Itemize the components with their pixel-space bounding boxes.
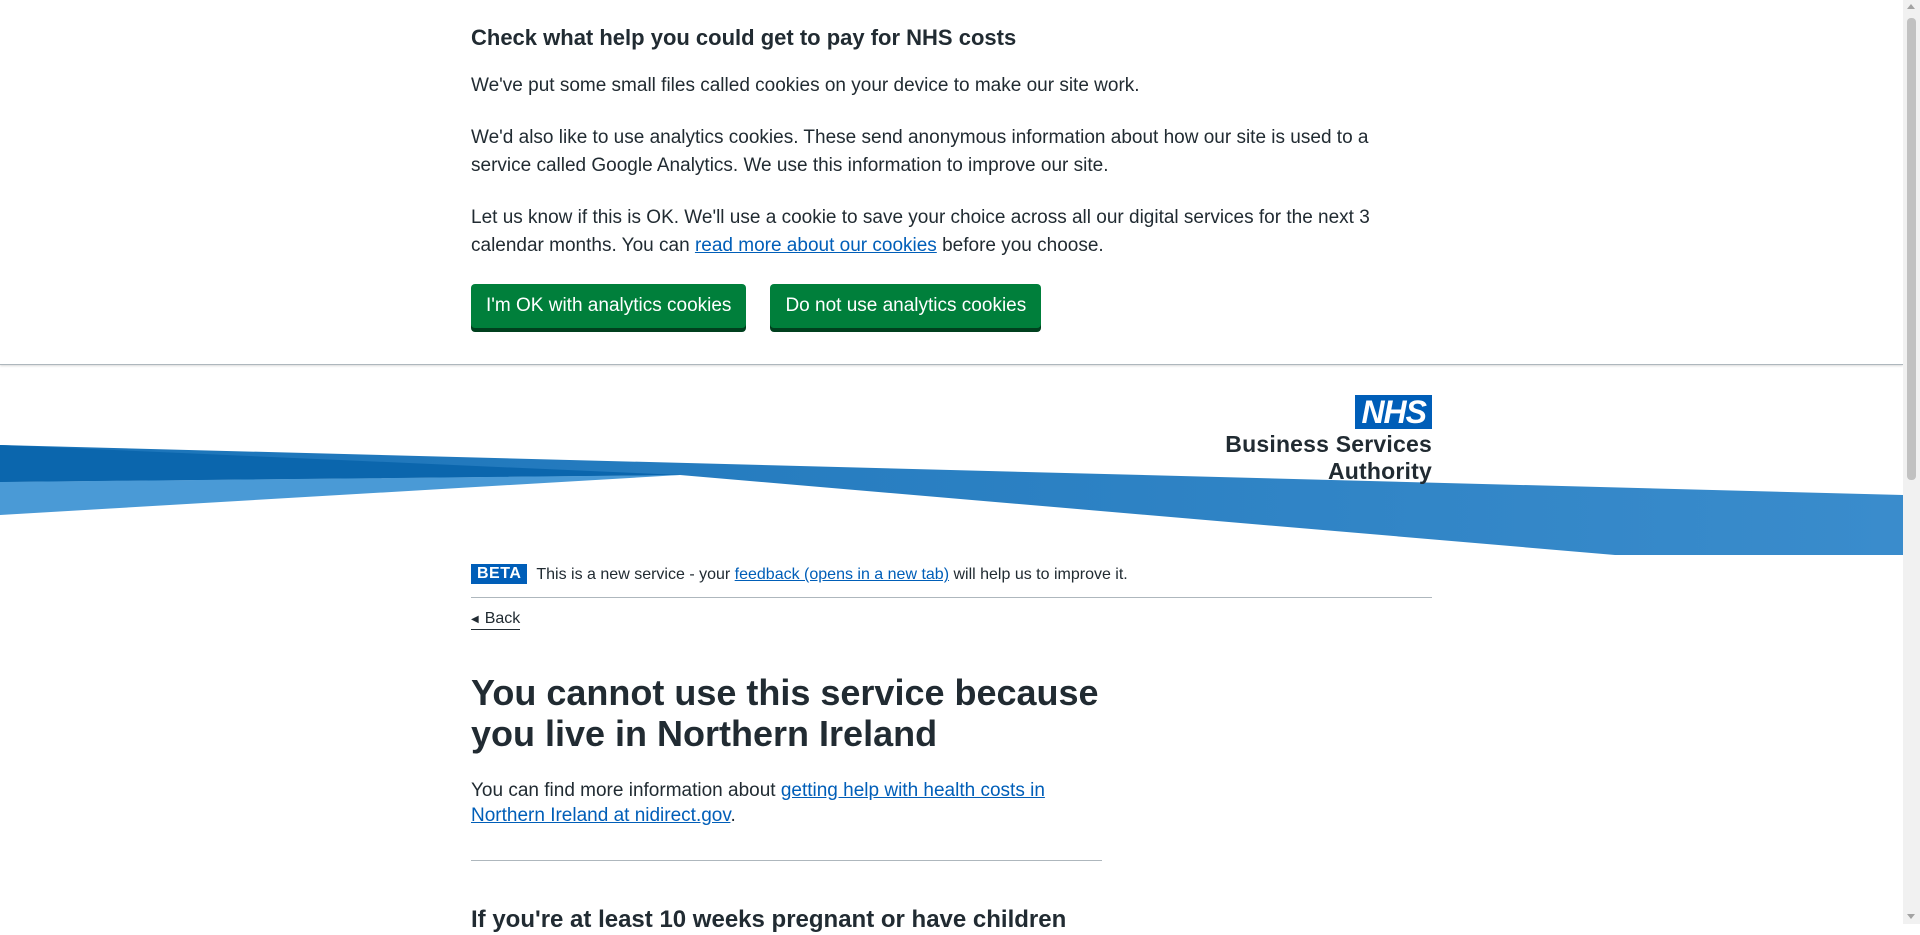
cookie-banner-title: Check what help you could get to pay for… [471,25,1017,50]
beta-tag: BETA [471,564,528,584]
cookie-banner-content: Check what help you could get to pay for… [471,24,1391,328]
more-info-paragraph: You can find more information about gett… [471,778,1111,828]
section-divider [471,860,1102,861]
page-scrollbar[interactable] [1903,0,1920,924]
nhsbsa-logo[interactable]: NHS Business Services Authority [1128,395,1432,485]
phase-banner: BETA This is a new service - your feedba… [471,564,1432,598]
cookie-choice-paragraph: Let us know if this is OK. We'll use a c… [471,204,1391,260]
reject-analytics-cookies-button[interactable]: Do not use analytics cookies [770,284,1042,328]
cookie-buttons: I'm OK with analytics cookies Do not use… [471,284,1391,328]
phase-text-end: will help us to improve it. [949,566,1128,583]
more-info-text: You can find more information about [471,780,781,801]
nhs-logo-mark: NHS [1355,395,1432,429]
accept-analytics-cookies-button[interactable]: I'm OK with analytics cookies [471,284,747,328]
read-more-cookies-link[interactable]: read more about our cookies [695,235,937,256]
pregnant-children-heading: If you're at least 10 weeks pregnant or … [471,906,1067,933]
organisation-name: Business Services Authority [1225,431,1432,484]
site-header: NHS Business Services Authority [0,365,1903,555]
cookie-info-paragraph: We've put some small files called cookie… [471,75,1140,96]
scroll-down-arrow-icon[interactable] [1907,914,1915,919]
phase-banner-text: This is a new service - your feedback (o… [536,564,1127,586]
feedback-link[interactable]: feedback (opens in a new tab) [735,566,949,583]
cookie-banner: Check what help you could get to pay for… [0,0,1903,365]
more-info-text-end: . [730,805,736,826]
page-title: You cannot use this service because you … [471,672,1099,754]
back-link-label: Back [484,610,521,627]
phase-text-start: This is a new service - your [536,566,735,583]
cookie-choice-text-end: before you choose. [936,235,1104,256]
analytics-info-paragraph: We'd also like to use analytics cookies.… [471,127,1369,176]
back-link[interactable]: ◀ Back [471,610,521,630]
scroll-up-arrow-icon[interactable] [1907,4,1915,9]
chevron-left-icon: ◀ [471,613,479,625]
header-swoosh-graphic [0,445,1903,555]
scrollbar-thumb[interactable] [1907,18,1916,480]
